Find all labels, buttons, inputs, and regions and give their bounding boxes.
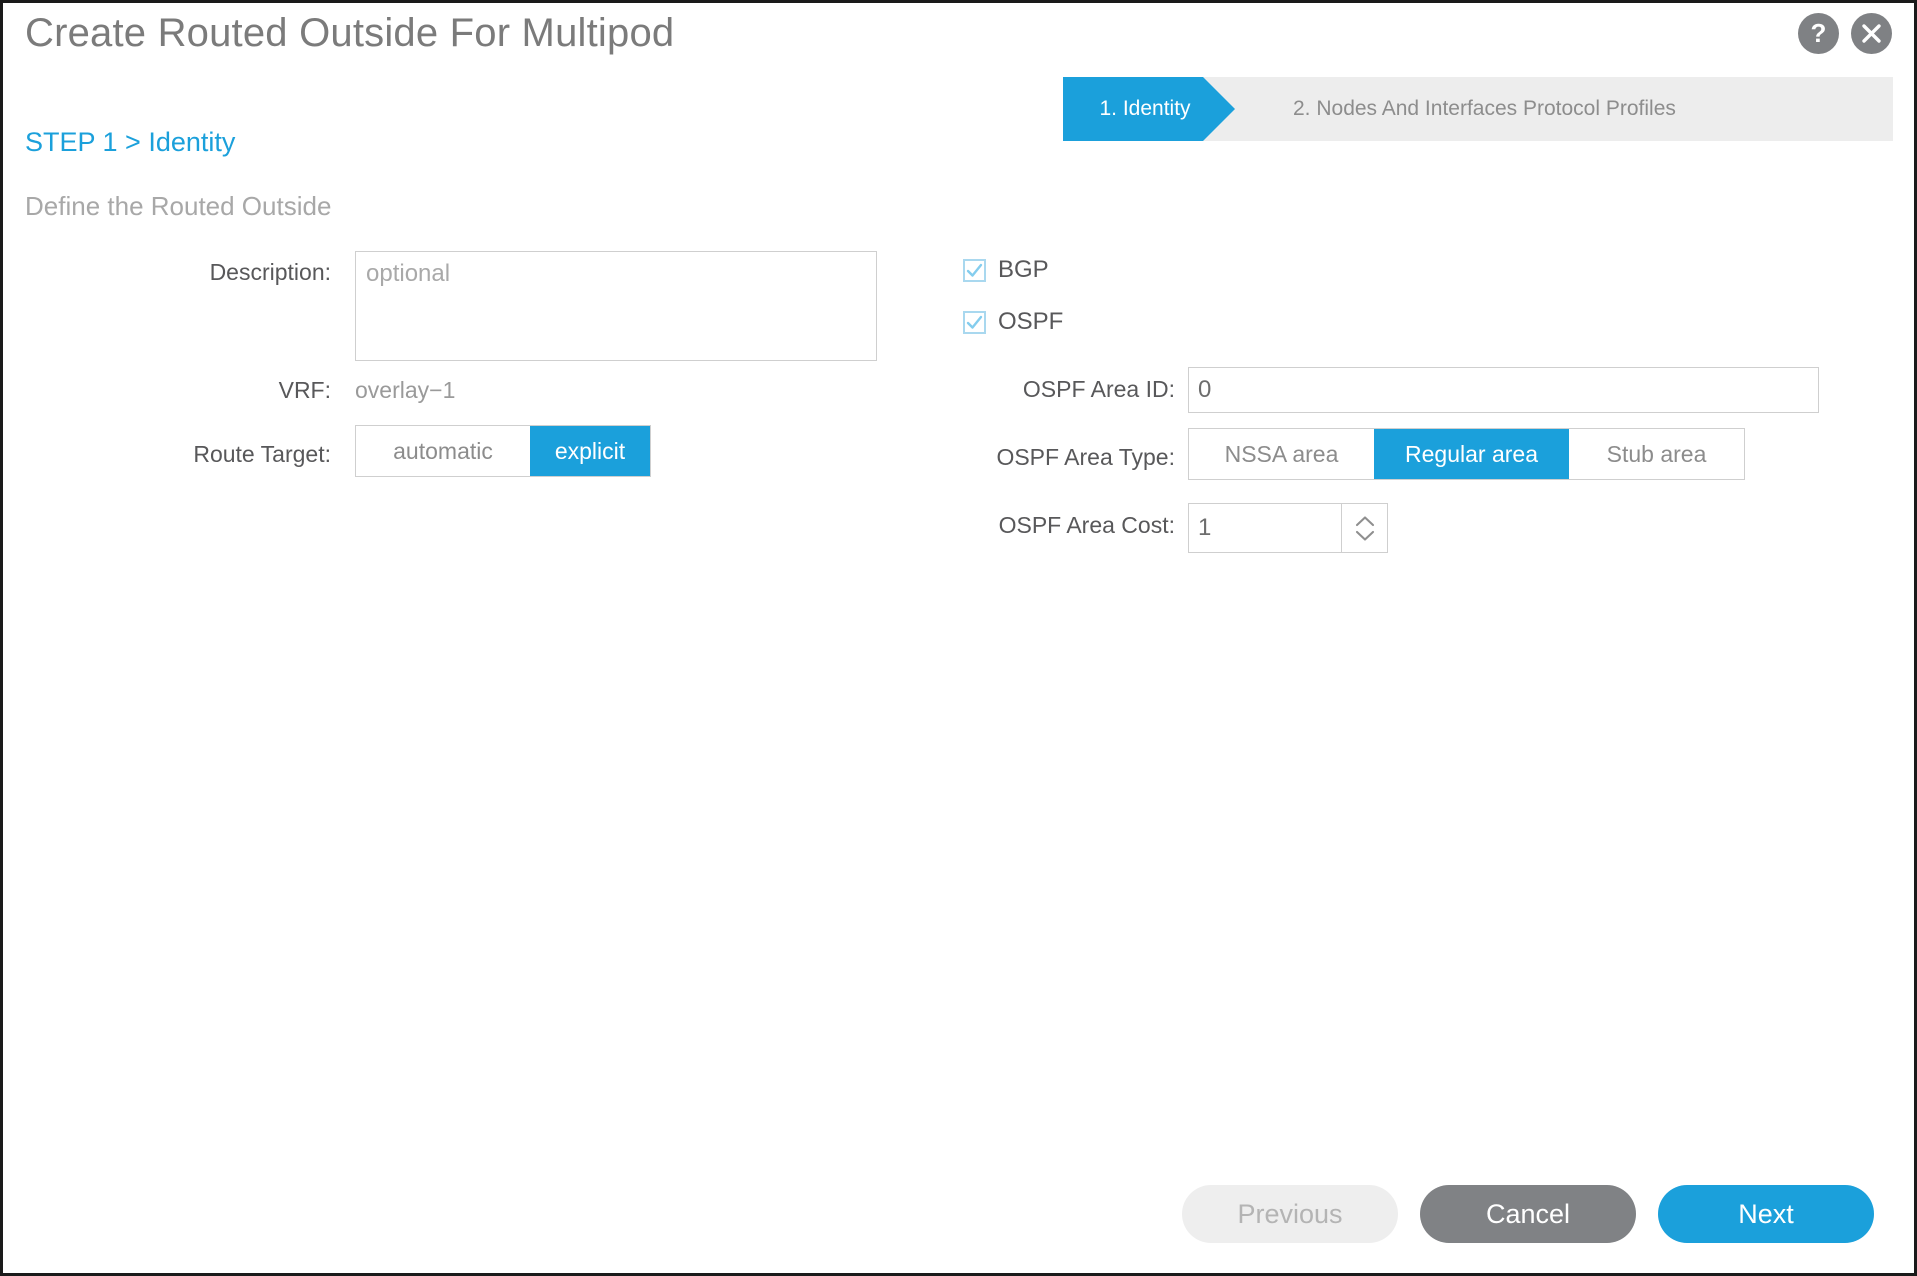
previous-button[interactable]: Previous [1182,1185,1398,1243]
step-subtitle: Define the Routed Outside [25,191,332,221]
svg-text:?: ? [1811,18,1827,48]
ospf-area-cost-stepper: 1 [1188,503,1388,553]
create-routed-outside-dialog: Create Routed Outside For Multipod ? 1. … [0,0,1917,1276]
ospf-area-type-option-nssa[interactable]: NSSA area [1189,429,1374,479]
ospf-area-type-label: OSPF Area Type: [996,444,1175,470]
help-icon[interactable]: ? [1798,13,1839,54]
checkmark-icon [966,315,983,329]
wizard-step-nodes-and-interfaces[interactable]: 2. Nodes And Interfaces Protocol Profile… [1235,77,1676,141]
ospf-area-cost-input[interactable]: 1 [1189,504,1341,552]
description-label: Description: [209,259,331,285]
route-target-option-explicit[interactable]: explicit [530,426,650,476]
wizard-step-identity[interactable]: 1. Identity [1063,77,1235,141]
chevron-down-icon [1355,530,1374,541]
ospf-area-cost-stepper-buttons[interactable] [1341,504,1387,552]
title-bar-actions: ? [1798,13,1892,54]
cancel-button[interactable]: Cancel [1420,1185,1636,1243]
ospf-area-type-segmented-control: NSSA area Regular area Stub area [1188,428,1745,480]
dialog-title-bar: Create Routed Outside For Multipod ? [3,3,1914,73]
chevron-up-icon [1355,515,1374,526]
bgp-checkbox-row[interactable]: BGP [963,256,1049,284]
ospf-area-id-label: OSPF Area ID: [1022,376,1175,402]
bgp-checkbox[interactable] [963,258,986,282]
checkmark-icon [966,263,983,277]
ospf-area-id-input[interactable]: 0 [1188,367,1819,413]
vrf-label: VRF: [278,377,331,403]
ospf-area-cost-label: OSPF Area Cost: [998,512,1175,538]
dialog-footer: Previous Cancel Next [1182,1185,1874,1243]
bgp-label: BGP [998,256,1049,283]
route-target-option-automatic[interactable]: automatic [356,426,530,476]
next-button[interactable]: Next [1658,1185,1874,1243]
ospf-area-type-option-stub[interactable]: Stub area [1569,429,1744,479]
vrf-value: overlay−1 [355,377,456,403]
ospf-checkbox-row[interactable]: OSPF [963,308,1063,336]
wizard-step-ribbon: 1. Identity 2. Nodes And Interfaces Prot… [1063,77,1893,141]
ospf-label: OSPF [998,308,1064,335]
step-heading: STEP 1 > Identity [25,127,236,157]
description-placeholder: optional [366,260,451,287]
route-target-segmented-control: automatic explicit [355,425,651,477]
ospf-area-type-option-regular[interactable]: Regular area [1374,429,1569,479]
page-title: Create Routed Outside For Multipod [25,11,675,55]
ospf-checkbox[interactable] [963,310,986,334]
route-target-label: Route Target: [193,441,331,467]
description-input[interactable]: optional [355,251,877,361]
close-icon[interactable] [1851,13,1892,54]
